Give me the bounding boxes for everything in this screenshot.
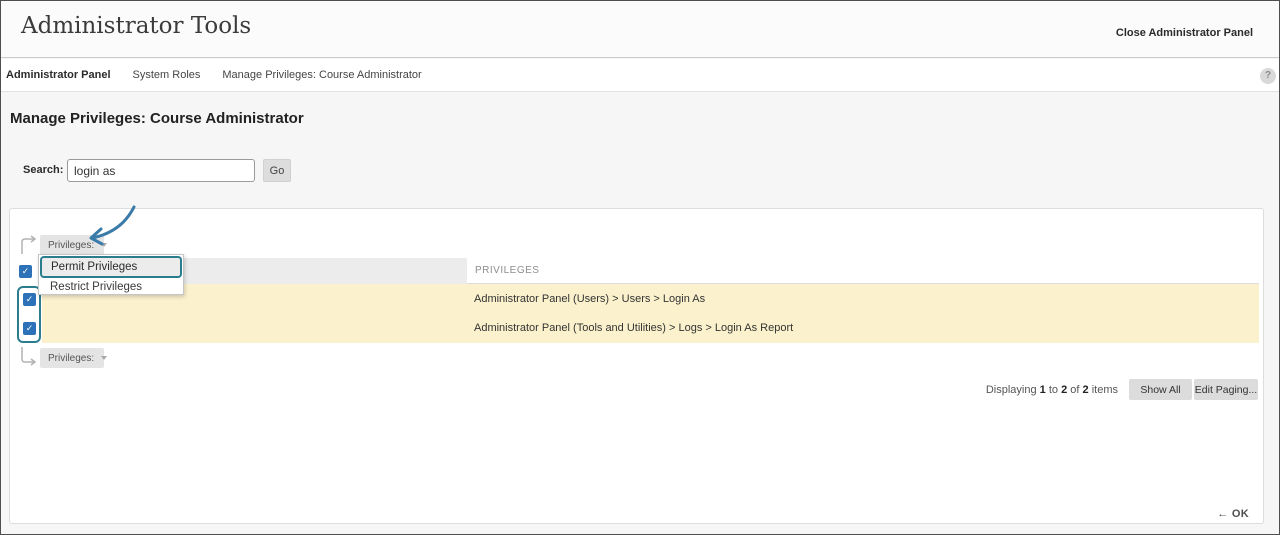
table-row[interactable]: Administrator Panel (Users) > Users > Lo… — [42, 284, 1259, 314]
apply-to-selected-arrow-top — [18, 235, 42, 255]
breadcrumb-manage-privileges[interactable]: Manage Privileges: Course Administrator — [222, 69, 421, 81]
paging-from: 1 — [1040, 384, 1046, 396]
back-arrow-icon: ← — [1217, 508, 1228, 520]
top-bar: Administrator Tools Close Administrator … — [1, 1, 1279, 58]
admin-tools-screen: Administrator Tools Close Administrator … — [0, 0, 1280, 535]
table-header-privileges: PRIVILEGES — [467, 258, 1259, 284]
chevron-down-icon — [101, 243, 107, 247]
paging-total: 2 — [1083, 384, 1089, 396]
close-admin-panel-link[interactable]: Close Administrator Panel — [1116, 27, 1253, 39]
breadcrumb: Administrator Panel System Roles Manage … — [1, 59, 1279, 92]
paging-prefix: Displaying — [986, 384, 1037, 396]
table-row[interactable]: Administrator Panel (Tools and Utilities… — [42, 314, 1259, 344]
paging-suffix: items — [1092, 384, 1118, 396]
help-icon[interactable]: ? — [1260, 68, 1276, 84]
paging-of-word: of — [1070, 384, 1079, 396]
apply-to-selected-arrow-bottom — [18, 346, 42, 366]
page-title: Manage Privileges: Course Administrator — [10, 110, 304, 127]
privileges-dropdown-button-bottom[interactable]: Privileges: — [40, 348, 104, 368]
chevron-down-icon — [101, 356, 107, 360]
ok-button[interactable]: ← OK — [1217, 508, 1249, 520]
privileges-panel: Privileges: PRIVILEGES ✓ Administrator P… — [9, 208, 1264, 524]
go-button[interactable]: Go — [263, 159, 291, 182]
row-checkbox-2[interactable]: ✓ — [23, 322, 36, 335]
row-checkbox-1[interactable]: ✓ — [23, 293, 36, 306]
ok-label: OK — [1232, 508, 1249, 520]
show-all-button[interactable]: Show All — [1129, 379, 1192, 400]
paging-to-word: to — [1049, 384, 1058, 396]
breadcrumb-system-roles[interactable]: System Roles — [133, 69, 201, 81]
breadcrumb-admin-panel[interactable]: Administrator Panel — [6, 69, 111, 81]
app-title: Administrator Tools — [21, 13, 251, 39]
menu-item-restrict-privileges[interactable]: Restrict Privileges — [39, 279, 183, 294]
paging-to: 2 — [1061, 384, 1067, 396]
privileges-button-label: Privileges: — [48, 353, 94, 364]
search-label: Search: — [23, 164, 63, 176]
search-input[interactable] — [67, 159, 255, 182]
select-all-checkbox[interactable]: ✓ — [19, 265, 32, 278]
privileges-table-rows: Administrator Panel (Users) > Users > Lo… — [42, 284, 1259, 343]
edit-paging-button[interactable]: Edit Paging... — [1194, 379, 1258, 400]
privileges-button-label: Privileges: — [48, 240, 94, 251]
menu-item-permit-privileges[interactable]: Permit Privileges — [40, 256, 182, 278]
privileges-dropdown-button-top[interactable]: Privileges: — [40, 235, 104, 255]
privileges-dropdown-menu: Permit Privileges Restrict Privileges — [38, 254, 184, 295]
paging-status: Displaying 1 to 2 of 2 items — [950, 384, 1118, 396]
